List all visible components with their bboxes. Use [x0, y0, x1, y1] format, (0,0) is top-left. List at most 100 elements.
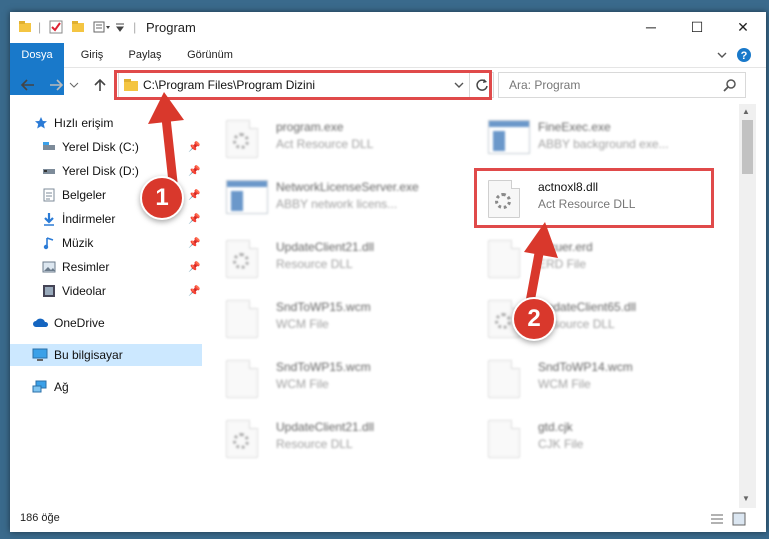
file-item[interactable]: SndToWP15.wcm WCM File: [216, 292, 456, 344]
recent-locations-icon[interactable]: [68, 75, 80, 95]
file-name: program.exe: [276, 120, 344, 134]
minimize-button[interactable]: ─: [628, 12, 674, 42]
back-arrow-icon[interactable]: [18, 75, 38, 95]
file-item[interactable]: SndToWP14.wcm WCM File: [478, 352, 718, 404]
drive-icon: [43, 142, 55, 150]
file-icon: [226, 360, 258, 398]
file-icon: [488, 240, 520, 278]
file-item[interactable]: SndToWP15.wcm WCM File: [216, 352, 456, 404]
file-item[interactable]: NetworkLicenseServer.exe ABBY network li…: [216, 172, 456, 224]
sidebar-item-label: İndirmeler: [62, 212, 116, 226]
file-highlight: [474, 168, 714, 228]
file-item[interactable]: UpdateClient21.dll Resource DLL: [216, 232, 456, 284]
file-type: WCM File: [538, 377, 591, 391]
tab-view[interactable]: Görünüm: [180, 43, 240, 67]
scroll-up-arrow-icon[interactable]: ▲: [742, 107, 750, 116]
new-folder-icon[interactable]: [71, 20, 85, 34]
file-type: Resource DLL: [276, 257, 353, 271]
up-arrow-icon[interactable]: [90, 75, 110, 95]
file-name: FineExec.exe: [538, 120, 611, 134]
sidebar-item-label: Ağ: [54, 380, 69, 394]
forward-arrow-icon[interactable]: [46, 75, 66, 95]
large-icons-view-icon[interactable]: [732, 512, 746, 526]
sidebar-item-label: Yerel Disk (C:): [62, 140, 139, 154]
sidebar-item-videos[interactable]: Videolar 📌: [10, 280, 202, 302]
search-input[interactable]: Ara: Program: [498, 72, 746, 98]
help-icon[interactable]: ?: [736, 47, 752, 63]
ribbon-expand-icon[interactable]: [716, 49, 728, 61]
close-button[interactable]: ✕: [720, 12, 766, 42]
exe-file-icon: [226, 180, 268, 214]
file-item[interactable]: FineExec.exe ABBY background exe...: [478, 112, 718, 164]
sidebar-item-network[interactable]: Ağ: [10, 376, 202, 398]
file-name: SndToWP15.wcm: [276, 300, 371, 314]
file-name: Atcuer.erd: [538, 240, 593, 254]
tab-share[interactable]: Paylaş: [122, 43, 168, 67]
drive-icon: [43, 169, 55, 174]
file-name: SndToWP14.wcm: [538, 360, 633, 374]
file-item[interactable]: program.exe Act Resource DLL: [216, 112, 456, 164]
separator: |: [38, 20, 42, 34]
network-icon: [32, 380, 47, 393]
file-name: UpdateClient21.dll: [276, 420, 375, 434]
title-bar: | | Program ─ ☐ ✕: [10, 12, 766, 42]
sidebar-item-this-pc[interactable]: Bu bilgisayar: [10, 344, 202, 366]
customize-toolbar-icon[interactable]: [93, 20, 111, 34]
download-icon: [44, 213, 54, 226]
dll-file-icon: [226, 420, 258, 458]
scroll-down-arrow-icon[interactable]: ▼: [742, 494, 750, 503]
file-type: WCM File: [276, 377, 329, 391]
file-item[interactable]: UpdateClient21.dll Resource DLL: [216, 412, 456, 464]
window-title: Program: [146, 20, 196, 35]
file-list: program.exe Act Resource DLL FineExec.ex…: [216, 104, 740, 508]
sidebar-item-label: OneDrive: [54, 316, 105, 330]
file-item[interactable]: Atcuer.erd ERD File: [478, 232, 718, 284]
scroll-thumb[interactable]: [742, 120, 753, 174]
dll-file-icon: [226, 240, 258, 278]
pin-icon[interactable]: 📌: [188, 214, 200, 225]
callout-badge-2: 2: [512, 297, 556, 341]
item-count: 186 öğe: [20, 512, 60, 524]
ribbon-tabs: Dosya Giriş Paylaş Görünüm ?: [10, 43, 766, 95]
sidebar-item-music[interactable]: Müzik 📌: [10, 232, 202, 254]
file-item[interactable]: gtd.cjk CJK File: [478, 412, 718, 464]
vertical-scrollbar[interactable]: ▲ ▼: [739, 104, 756, 508]
sidebar-item-label: Resimler: [62, 260, 110, 274]
file-name: NetworkLicenseServer.exe: [276, 180, 419, 194]
sidebar-item-label: Yerel Disk (D:): [62, 164, 139, 178]
pin-icon[interactable]: 📌: [188, 190, 200, 201]
pictures-icon: [42, 261, 56, 273]
maximize-button[interactable]: ☐: [674, 12, 720, 42]
music-icon: [43, 237, 54, 250]
file-type: ERD File: [538, 257, 587, 271]
address-bar-highlight: [114, 70, 492, 100]
file-name: UpdateClient21.dll: [276, 240, 375, 254]
separator: |: [133, 20, 137, 34]
folder-icon: [19, 21, 31, 32]
status-bar: 186 öğe: [10, 508, 766, 532]
video-icon: [43, 285, 55, 297]
sidebar-item-label: Belgeler: [62, 188, 107, 202]
pin-icon[interactable]: 📌: [188, 142, 200, 153]
pin-icon[interactable]: 📌: [188, 286, 200, 297]
pin-icon[interactable]: 📌: [188, 166, 200, 177]
dll-file-icon: [226, 120, 258, 158]
search-icon[interactable]: [723, 78, 737, 92]
tab-home[interactable]: Giriş: [72, 43, 112, 67]
pin-icon[interactable]: 📌: [188, 262, 200, 273]
pin-icon[interactable]: 📌: [188, 238, 200, 249]
sidebar-item-quick-access[interactable]: Hızlı erişim: [10, 112, 202, 134]
sidebar-item-disk-c[interactable]: Yerel Disk (C:) 📌: [10, 136, 202, 158]
file-type: ABBY network licens...: [276, 197, 398, 211]
svg-text:?: ?: [741, 50, 748, 62]
sidebar-item-label: Bu bilgisayar: [54, 348, 123, 362]
file-name: SndToWP15.wcm: [276, 360, 371, 374]
properties-icon[interactable]: [49, 20, 63, 34]
callout-badge-1: 1: [140, 176, 184, 220]
sidebar-item-pictures[interactable]: Resimler 📌: [10, 256, 202, 278]
file-type: Act Resource DLL: [276, 137, 374, 151]
sidebar-item-onedrive[interactable]: OneDrive: [10, 312, 202, 334]
sidebar-item-label: Müzik: [62, 236, 94, 250]
details-view-icon[interactable]: [710, 513, 724, 525]
dropdown-icon[interactable]: [115, 20, 125, 34]
